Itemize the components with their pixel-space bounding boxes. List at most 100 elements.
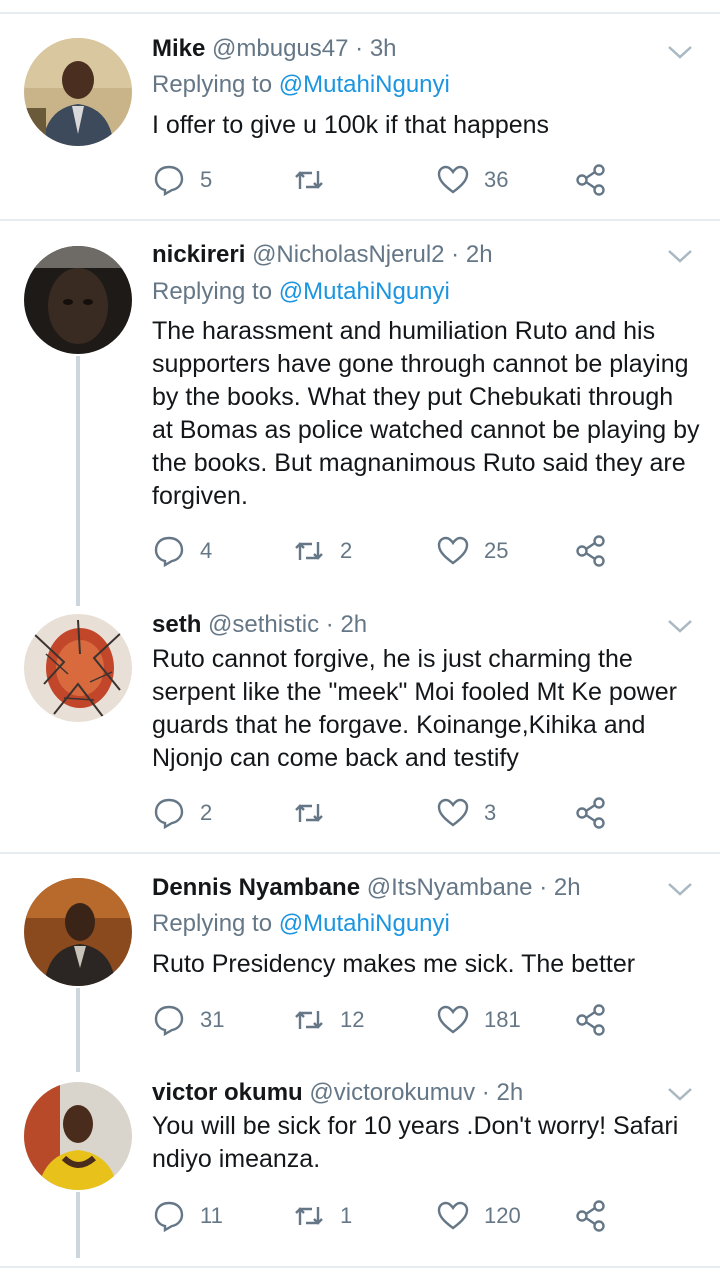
heart-icon — [437, 1005, 469, 1034]
like-count: 120 — [484, 1203, 521, 1228]
chevron-down-icon[interactable] — [666, 246, 694, 266]
thread-line — [76, 356, 80, 606]
separator-dot: · — [355, 35, 364, 62]
reply-button[interactable]: 31 — [152, 1000, 224, 1040]
reply-count: 31 — [200, 1007, 225, 1032]
share-button[interactable] — [574, 1196, 608, 1236]
top-divider — [0, 12, 720, 14]
share-icon — [576, 1200, 605, 1232]
tweet-text: Ruto Presidency makes me sick. The bette… — [152, 950, 636, 978]
heart-icon — [437, 1201, 469, 1230]
chevron-down-icon[interactable] — [666, 42, 694, 62]
tweet-header: victor okumu @victorokumuv · 2h — [152, 1078, 523, 1108]
retweet-button[interactable] — [292, 160, 340, 200]
retweet-button[interactable]: 2 — [292, 531, 352, 571]
share-icon — [576, 535, 605, 567]
chevron-down-icon[interactable] — [666, 1084, 694, 1104]
chevron-down-icon[interactable] — [666, 879, 694, 899]
chevron-down-icon[interactable] — [666, 616, 694, 636]
share-icon — [576, 1004, 605, 1036]
like-button[interactable]: 3 — [436, 793, 496, 833]
retweet-button[interactable]: 12 — [292, 1000, 364, 1040]
like-button[interactable]: 181 — [436, 1000, 521, 1040]
replying-label: Replying to — [152, 71, 273, 98]
reply-icon — [154, 536, 184, 568]
mention-link[interactable]: @MutahiNgunyi — [279, 910, 450, 937]
reply-count: 11 — [200, 1203, 223, 1228]
separator-dot: · — [481, 1079, 490, 1106]
like-count: 3 — [484, 800, 497, 825]
reply-count: 2 — [200, 800, 213, 825]
timestamp[interactable]: 2h — [496, 1079, 523, 1106]
tweet-actions: 2 3 — [152, 793, 622, 833]
tweet-text: You will be sick for 10 years .Don't wor… — [152, 1112, 679, 1173]
user-handle[interactable]: @NicholasNjerul2 — [252, 241, 444, 268]
tweet-header: Dennis Nyambane @ItsNyambane · 2h — [152, 873, 581, 903]
like-button[interactable]: 120 — [436, 1196, 521, 1236]
reply-count: 4 — [200, 538, 213, 563]
reply-button[interactable]: 4 — [152, 531, 212, 571]
reply-button[interactable]: 5 — [152, 160, 212, 200]
mention-link[interactable]: @MutahiNgunyi — [279, 71, 450, 98]
tweet-text: Ruto cannot forgive, he is just charming… — [152, 645, 677, 772]
share-button[interactable] — [574, 1000, 608, 1040]
reply-icon — [154, 165, 184, 197]
tweet-actions: 31 12 181 — [152, 1000, 622, 1040]
display-name[interactable]: Mike — [152, 35, 205, 62]
tweet-actions: 5 36 — [152, 160, 622, 200]
reply-icon — [154, 1005, 184, 1037]
timestamp[interactable]: 2h — [554, 874, 581, 901]
display-name[interactable]: victor okumu — [152, 1079, 303, 1106]
reply-icon — [154, 798, 184, 830]
share-button[interactable] — [574, 160, 608, 200]
timestamp[interactable]: 2h — [466, 241, 493, 268]
retweet-count: 1 — [340, 1203, 353, 1228]
timestamp[interactable]: 3h — [370, 35, 397, 62]
retweet-icon — [295, 171, 323, 189]
replying-to: Replying to @MutahiNgunyi — [152, 909, 450, 939]
tweet-header: Mike @mbugus47 · 3h — [152, 34, 397, 64]
avatar[interactable] — [24, 878, 132, 986]
tweet-header: seth @sethistic · 2h — [152, 610, 367, 640]
display-name[interactable]: Dennis Nyambane — [152, 874, 360, 901]
share-icon — [576, 797, 605, 829]
like-button[interactable]: 36 — [436, 160, 508, 200]
like-count: 36 — [484, 167, 509, 192]
separator-dot: · — [539, 874, 548, 901]
avatar[interactable] — [24, 246, 132, 354]
reply-icon — [154, 1201, 184, 1233]
heart-icon — [437, 165, 469, 194]
like-count: 25 — [484, 538, 509, 563]
avatar[interactable] — [24, 1082, 132, 1190]
timestamp[interactable]: 2h — [340, 611, 367, 638]
display-name[interactable]: seth — [152, 611, 201, 638]
thread-line — [76, 1192, 80, 1258]
retweet-button[interactable]: 1 — [292, 1196, 352, 1236]
tweet-actions: 11 1 120 — [152, 1196, 622, 1236]
replying-to: Replying to @MutahiNgunyi — [152, 70, 450, 100]
user-handle[interactable]: @victorokumuv — [309, 1079, 475, 1106]
retweet-icon — [295, 804, 323, 822]
avatar[interactable] — [24, 614, 132, 722]
heart-icon — [437, 536, 469, 565]
like-button[interactable]: 25 — [436, 531, 508, 571]
user-handle[interactable]: @mbugus47 — [212, 35, 348, 62]
retweet-count: 2 — [340, 538, 353, 563]
retweet-button[interactable] — [292, 793, 340, 833]
share-button[interactable] — [574, 793, 608, 833]
user-handle[interactable]: @sethistic — [208, 611, 319, 638]
retweet-icon — [295, 1207, 323, 1225]
thread-line — [76, 988, 80, 1072]
reply-button[interactable]: 2 — [152, 793, 212, 833]
share-icon — [576, 164, 605, 196]
mention-link[interactable]: @MutahiNgunyi — [279, 278, 450, 305]
avatar[interactable] — [24, 38, 132, 146]
reply-button[interactable]: 11 — [152, 1196, 223, 1236]
tweet-text: I offer to give u 100k if that happens — [152, 111, 550, 139]
replying-label: Replying to — [152, 278, 273, 305]
share-button[interactable] — [574, 531, 608, 571]
user-handle[interactable]: @ItsNyambane — [367, 874, 533, 901]
reply-count: 5 — [200, 167, 213, 192]
display-name[interactable]: nickireri — [152, 241, 245, 268]
tweet-header: nickireri @NicholasNjerul2 · 2h — [152, 240, 493, 270]
